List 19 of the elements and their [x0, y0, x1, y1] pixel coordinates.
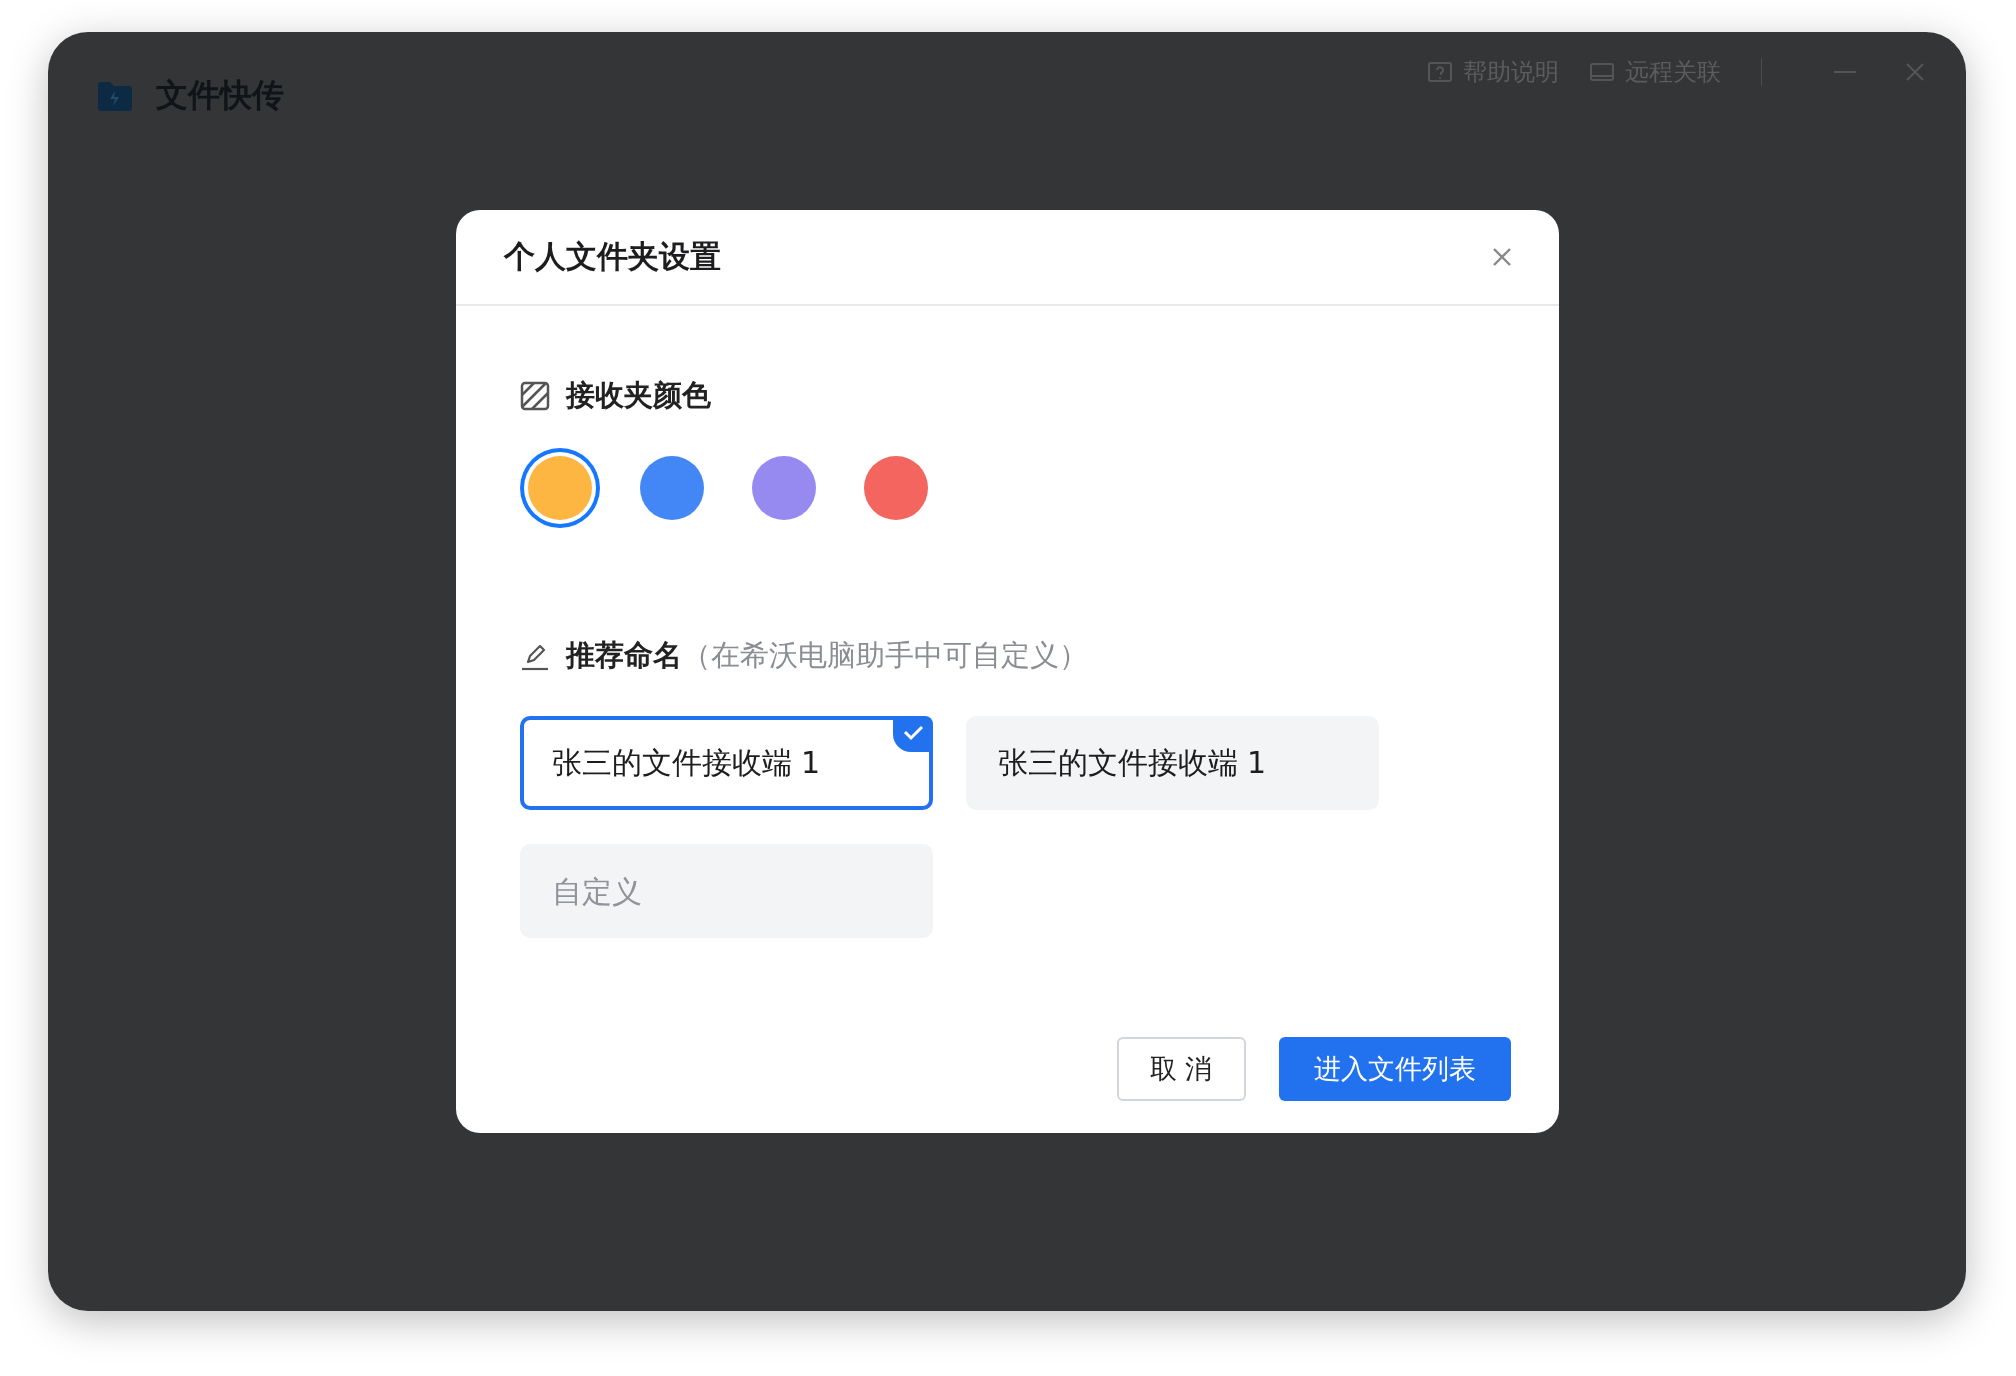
check-badge-icon [892, 716, 933, 752]
custom-name-field[interactable]: 自定义 [519, 844, 933, 938]
close-icon [1904, 61, 1926, 83]
close-button[interactable] [1904, 61, 1926, 83]
name-option[interactable]: 张三的文件接收端 1 [519, 716, 933, 810]
enter-file-list-button[interactable]: 进入文件列表 [1278, 1037, 1511, 1101]
hatched-square-icon [519, 381, 550, 411]
monitor-icon [1589, 60, 1615, 84]
folder-icon [96, 80, 134, 112]
minimize-icon [1834, 71, 1856, 73]
name-option[interactable]: 张三的文件接收端 1 [965, 716, 1379, 810]
dialog-title: 个人文件夹设置 [503, 237, 721, 276]
close-button[interactable] [1490, 246, 1513, 268]
close-icon [1490, 246, 1513, 268]
hint-text: （在希沃电脑助手中可自定义） [681, 637, 1088, 674]
help-icon [1427, 60, 1453, 84]
cancel-button[interactable]: 取 消 [1116, 1037, 1246, 1101]
section-label: 接收夹颜色 [565, 377, 711, 414]
section-label: 推荐命名 [565, 637, 682, 674]
